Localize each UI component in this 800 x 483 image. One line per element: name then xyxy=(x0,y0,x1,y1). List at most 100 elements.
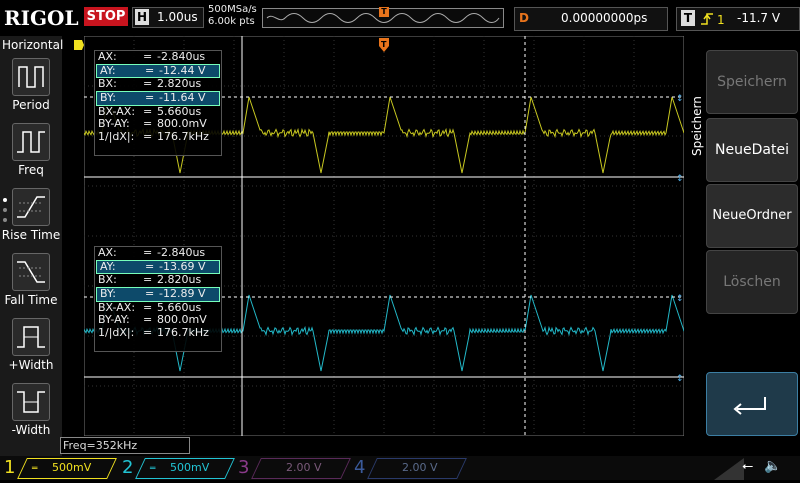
ch2-number: 2 xyxy=(122,457,134,478)
measurement-equals: = xyxy=(143,77,153,91)
top-status-bar: RIGOL STOP H 1.00us 500MSa/s 6.00k pts T… xyxy=(0,0,800,36)
delay-value: 0.00000000ps xyxy=(561,11,648,25)
usb-icon: ⭠ xyxy=(742,458,754,474)
ch4-scale: 2.00 V xyxy=(402,461,438,474)
measurement-equals: = xyxy=(145,63,155,77)
new-folder-button[interactable]: NeueOrdner xyxy=(706,184,798,248)
measurement-label: BX: xyxy=(98,273,117,287)
trigger-box[interactable]: T 1 -11.7 V xyxy=(676,7,800,31)
memory-trigger-marker: T xyxy=(379,7,389,17)
svg-text:↕: ↕ xyxy=(676,294,684,304)
ch1-coupling-icon: ═ xyxy=(32,464,38,474)
menu-page-dots xyxy=(2,196,7,226)
measure-neg-width-button[interactable]: -Width xyxy=(0,383,62,447)
ch2-status[interactable]: 2 ═ 500mV xyxy=(118,456,236,480)
delay-tag: D xyxy=(519,11,529,25)
measurement-equals: = xyxy=(145,287,155,301)
measurement-row: 1/|dX|: = 176.7kHz xyxy=(95,130,221,144)
ch4-status[interactable]: 4 2.00 V xyxy=(350,456,468,480)
timebase-box[interactable]: H 1.00us xyxy=(132,7,204,28)
measurement-value: -2.840us xyxy=(157,50,206,63)
period-icon xyxy=(12,58,50,96)
measurement-equals: = xyxy=(143,273,153,287)
measurement-value: 176.7kHz xyxy=(157,130,209,144)
measure-freq-label: Freq xyxy=(18,163,44,177)
ch1-cursor-measurements: AX: = -2.840us AY: = -12.44 V BX: = 2.820us BY: = -… xyxy=(94,50,222,156)
measure-pos-width-label: +Width xyxy=(8,358,54,372)
measurement-equals: = xyxy=(143,326,153,340)
measurement-value: 176.7kHz xyxy=(157,326,209,340)
timebase-value: 1.00us xyxy=(157,10,198,24)
measurement-equals: = xyxy=(143,50,153,63)
freq-icon xyxy=(12,123,50,161)
save-button[interactable]: Speichern xyxy=(706,50,798,114)
measurement-label: AX: xyxy=(98,246,117,259)
measurement-value: -2.840us xyxy=(157,246,206,259)
fall-time-icon xyxy=(12,253,50,291)
measurement-row: BY: = -11.64 V xyxy=(96,91,220,106)
measurement-row: BY: = -12.89 V xyxy=(96,287,220,302)
measure-fall-time-button[interactable]: Fall Time xyxy=(0,253,62,317)
measurement-row: AX: = -2.840us xyxy=(95,246,221,260)
speaker-muted-icon[interactable]: 🔈 xyxy=(764,458,781,474)
measure-rise-time-button[interactable]: Rise Time xyxy=(0,188,62,252)
run-stop-indicator[interactable]: STOP xyxy=(84,7,128,26)
measurement-row: AX: = -2.840us xyxy=(95,50,221,64)
measurement-equals: = xyxy=(143,246,153,259)
ch1-offset-marker[interactable] xyxy=(74,40,84,50)
pos-width-icon xyxy=(12,318,50,356)
measure-period-button[interactable]: Period xyxy=(0,58,62,122)
measurement-equals: = xyxy=(145,91,155,105)
measurement-value: -12.89 V xyxy=(159,287,206,301)
corner-shade xyxy=(704,456,744,480)
trigger-tag: T xyxy=(681,10,695,26)
measurement-value: -13.69 V xyxy=(159,259,206,273)
delete-button[interactable]: Löschen xyxy=(706,250,798,314)
measurement-value: 2.820us xyxy=(157,77,202,91)
save-menu: Speichern Speichern NeueDatei NeueOrdner… xyxy=(690,36,800,456)
waveform-display[interactable]: T ↕ ↕ ↕ ↕ AX: = -2.840us AY: = -12.44 V BX: = 2.… xyxy=(83,35,685,437)
neg-width-icon xyxy=(12,383,50,421)
measurement-label: 1/|dX|: xyxy=(98,326,135,340)
trigger-edge-icon: 1 xyxy=(701,13,725,27)
ch1-number: 1 xyxy=(4,457,16,478)
ch3-status[interactable]: 3 2.00 V xyxy=(234,456,352,480)
measurement-row: 1/|dX|: = 176.7kHz xyxy=(95,326,221,340)
svg-text:↕: ↕ xyxy=(676,174,684,184)
acquisition-info: 500MSa/s 6.00k pts xyxy=(208,4,257,28)
svg-text:↕: ↕ xyxy=(676,94,684,104)
measurement-equals: = xyxy=(145,259,155,273)
enter-button[interactable] xyxy=(706,372,798,436)
new-file-button[interactable]: NeueDatei xyxy=(706,118,798,182)
ch2-coupling-icon: ═ xyxy=(150,464,156,474)
ch4-number: 4 xyxy=(354,457,366,478)
channel-status-bar: 1 ═ 500mV 2 ═ 500mV 3 2.00 V 4 2.00 V xyxy=(0,456,800,480)
sample-rate: 500MSa/s xyxy=(208,4,257,15)
measure-neg-width-label: -Width xyxy=(11,423,51,437)
measure-fall-time-label: Fall Time xyxy=(4,293,58,307)
ch3-scale: 2.00 V xyxy=(286,461,322,474)
frequency-counter: Freq=352kHz xyxy=(60,437,190,454)
measurement-label: BY: xyxy=(100,91,116,105)
measurement-row: BX: = 2.820us xyxy=(95,78,221,91)
measure-menu: Horizontal Period Freq Rise Time Fall Ti… xyxy=(0,36,63,456)
brand-logo: RIGOL xyxy=(4,6,79,30)
delay-box[interactable]: D 0.00000000ps xyxy=(514,7,668,31)
ch1-scale: 500mV xyxy=(52,461,92,474)
measurement-value: -12.44 V xyxy=(159,63,206,77)
measure-pos-width-button[interactable]: +Width xyxy=(0,318,62,382)
measurement-equals: = xyxy=(143,130,153,144)
svg-text:T: T xyxy=(381,40,387,49)
ch3-number: 3 xyxy=(238,457,250,478)
ch1-status[interactable]: 1 ═ 500mV xyxy=(0,456,118,480)
ch2-cursor-measurements: AX: = -2.840us AY: = -13.69 V BX: = 2.820us BY: = -… xyxy=(94,246,222,352)
timebase-tag: H xyxy=(135,9,149,25)
trigger-level-value: -11.7 V xyxy=(737,11,781,25)
rise-time-icon xyxy=(12,188,50,226)
measurement-label: AX: xyxy=(98,50,117,63)
measure-freq-button[interactable]: Freq xyxy=(0,123,62,187)
measure-rise-time-label: Rise Time xyxy=(1,228,61,242)
measurement-row: AY: = -13.69 V xyxy=(96,259,220,275)
measure-period-label: Period xyxy=(12,98,50,112)
save-menu-title: Speichern xyxy=(690,96,704,156)
